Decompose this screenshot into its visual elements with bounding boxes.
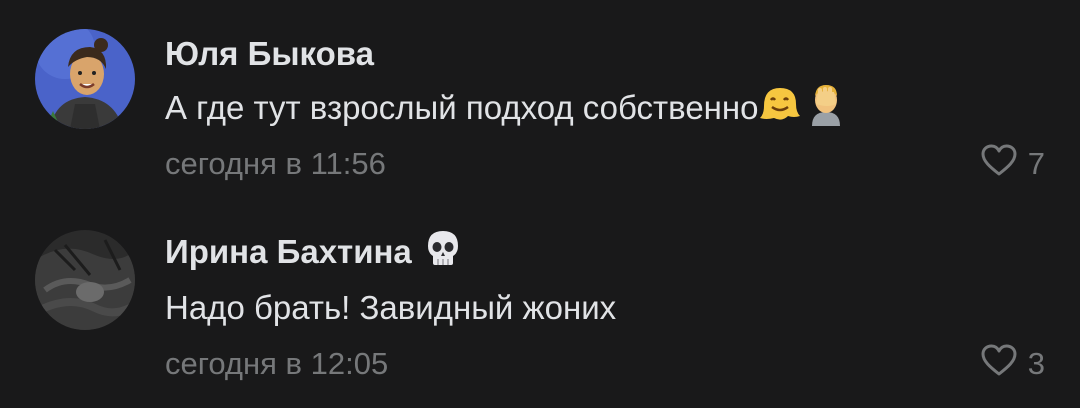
comment-author-row: Ирина Бахтина — [165, 230, 460, 274]
like-count: 7 — [1027, 146, 1045, 181]
melting-face-icon — [758, 84, 802, 132]
comment-item: Юля Быкова А где тут взрослый подход соб… — [0, 0, 1080, 200]
heart-icon — [980, 343, 1018, 385]
comment-text-row: А где тут взрослый подход собственно — [165, 84, 848, 132]
like-count: 3 — [1027, 346, 1045, 381]
comment-timestamp: сегодня в 12:05 — [165, 346, 389, 381]
comment-author[interactable]: Ирина Бахтина — [165, 233, 412, 271]
facepalm-icon — [804, 82, 848, 134]
avatar[interactable] — [35, 29, 135, 129]
avatar[interactable] — [35, 230, 135, 330]
like-button[interactable]: 7 — [980, 143, 1045, 185]
comment-item: Ирина Бахтина Надо брать! Завидный жоних… — [0, 200, 1080, 408]
comment-text-row: Надо брать! Завидный жоних — [165, 286, 616, 330]
heart-icon — [980, 143, 1018, 185]
skull-icon — [426, 229, 460, 275]
comment-author[interactable]: Юля Быкова — [165, 34, 374, 74]
comment-timestamp: сегодня в 11:56 — [165, 146, 386, 181]
comment-text: Надо брать! Завидный жоних — [165, 289, 617, 326]
comment-text: А где тут взрослый подход собственно — [165, 89, 759, 126]
like-button[interactable]: 3 — [980, 343, 1045, 385]
